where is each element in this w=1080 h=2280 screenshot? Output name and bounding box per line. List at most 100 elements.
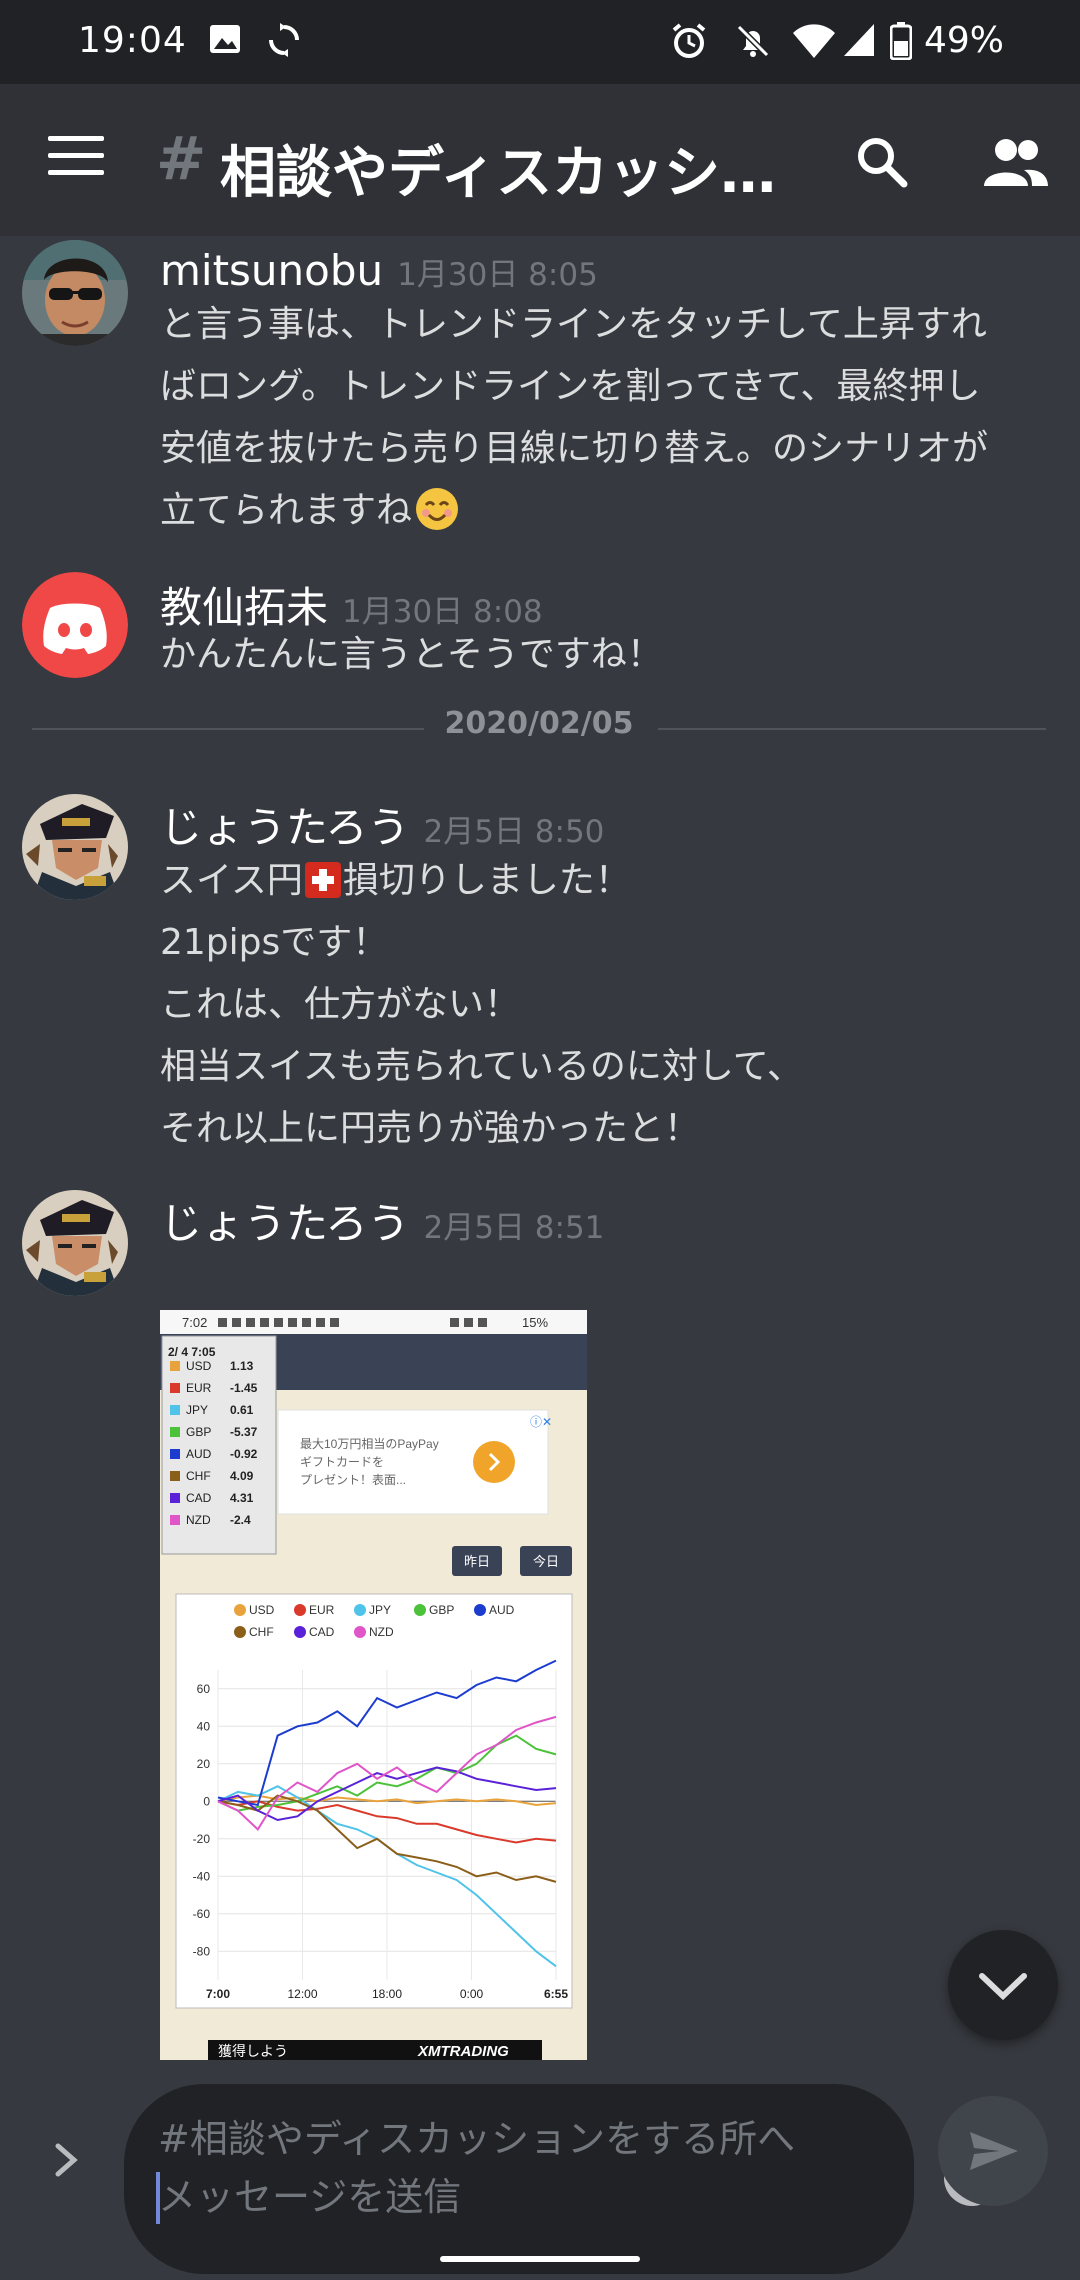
tooltip-swatch [170, 1493, 180, 1503]
x-tick-label: 0:00 [460, 1987, 484, 2001]
legend-marker [294, 1604, 306, 1616]
scroll-to-bottom-button[interactable] [948, 1930, 1058, 2040]
sync-icon [269, 23, 299, 57]
chevron-right-icon[interactable] [50, 2140, 84, 2180]
tooltip-value: 4.31 [230, 1491, 254, 1505]
y-tick-label: 0 [203, 1794, 210, 1808]
legend-label: AUD [489, 1603, 515, 1617]
svg-text:7:02: 7:02 [182, 1315, 207, 1330]
user-photo-avatar [22, 240, 128, 346]
wifi-icon [793, 24, 835, 58]
legend-marker [474, 1604, 486, 1616]
status-time: 19:04 [78, 20, 187, 61]
tooltip-currency: CHF [186, 1469, 211, 1483]
y-tick-label: 20 [197, 1757, 211, 1771]
channel-hash-icon: # [156, 124, 207, 194]
x-tick-label: 12:00 [287, 1987, 317, 2001]
image-notification-icon [210, 25, 240, 53]
tooltip-value: 1.13 [230, 1359, 254, 1373]
svg-text:2/ 4 7:05: 2/ 4 7:05 [168, 1345, 216, 1359]
legend-label: JPY [369, 1603, 391, 1617]
tooltip-value: -1.45 [230, 1381, 258, 1395]
legend-label: NZD [369, 1625, 394, 1639]
y-tick-label: -20 [193, 1832, 211, 1846]
discord-default-avatar-icon [22, 572, 128, 678]
message-timestamp: 1月30日 8:05 [397, 257, 598, 293]
x-tick-label: 6:55 [544, 1987, 568, 2001]
alarm-icon [672, 23, 706, 58]
channel-title[interactable]: 相談やディスカッショ... [220, 128, 810, 209]
legend-label: EUR [309, 1603, 335, 1617]
message-author[interactable]: じょうたろう 2月5日 8:50 [160, 794, 604, 855]
swiss-flag-icon [304, 862, 341, 898]
signal-icon [844, 24, 874, 56]
svg-text:昨日: 昨日 [464, 1554, 490, 1569]
y-tick-label: -80 [193, 1944, 211, 1958]
legend-label: CHF [249, 1625, 274, 1639]
tooltip-currency: NZD [186, 1513, 211, 1527]
message-body: と言う事は、トレンドラインをタッチして上昇すれ ばロング。トレンドラインを割って… [160, 304, 989, 531]
message-author[interactable]: mitsunobu 1月30日 8:05 [160, 246, 598, 295]
x-tick-label: 7:00 [206, 1987, 230, 2001]
menu-icon[interactable] [48, 136, 104, 180]
message-timestamp: 2月5日 8:51 [423, 1210, 605, 1246]
divider-date: 2020/02/05 [444, 706, 634, 741]
tooltip-swatch [170, 1471, 180, 1481]
send-button[interactable] [938, 2096, 1048, 2206]
tooltip-swatch [170, 1361, 180, 1371]
message-input-placeholder: #相談やディスカッションをする所へメッセージを送信 [158, 2117, 796, 2219]
svg-text:今日: 今日 [533, 1554, 559, 1569]
svg-text:15%: 15% [522, 1315, 548, 1330]
tooltip-swatch [170, 1405, 180, 1415]
message-composer: #相談やディスカッションをする所へメッセージを送信 [0, 2060, 1080, 2280]
y-tick-label: 40 [197, 1719, 211, 1733]
legend-label: USD [249, 1603, 275, 1617]
svg-text:ⓘ✕: ⓘ✕ [530, 1415, 552, 1429]
legend-marker [354, 1626, 366, 1638]
tooltip-currency: USD [186, 1359, 212, 1373]
search-icon[interactable] [852, 132, 912, 192]
text-caret [156, 2172, 160, 2224]
svg-text:獲得しよう: 獲得しよう [218, 2043, 288, 2059]
legend-marker [354, 1604, 366, 1616]
image-attachment[interactable]: 7:02 15% 2/ 4 7:05 USD 1.13 EUR -1.45 JPY 0.6… [160, 1310, 587, 2060]
legend-marker [294, 1626, 306, 1638]
y-tick-label: -60 [193, 1907, 211, 1921]
members-icon[interactable] [980, 132, 1050, 192]
legend-marker [234, 1604, 246, 1616]
tooltip-currency: GBP [186, 1425, 211, 1439]
tooltip-currency: EUR [186, 1381, 212, 1395]
y-tick-label: 60 [197, 1682, 211, 1696]
message-body: かんたんに言うとそうですね！ [160, 634, 663, 675]
message-body: スイス円 損切りしました！ 21pipsです！ これは、仕方がない！ 相当スイス… [160, 860, 803, 1149]
message-author[interactable]: じょうたろう 2月5日 8:51 [160, 1190, 604, 1251]
tooltip-value: 4.09 [230, 1469, 254, 1483]
battery-percentage: 49% [924, 20, 1005, 61]
svg-text:ギフトカードを: ギフトカードを [300, 1455, 384, 1469]
avatar[interactable] [22, 240, 128, 346]
avatar[interactable] [22, 794, 128, 900]
message-input[interactable]: #相談やディスカッションをする所へメッセージを送信 [124, 2084, 1000, 2274]
attachment-screenshot: 7:02 15% 2/ 4 7:05 USD 1.13 EUR -1.45 JPY 0.6… [160, 1310, 587, 2060]
chevron-down-icon [979, 1973, 1027, 2001]
tooltip-value: 0.61 [230, 1403, 254, 1417]
tooltip-value: -0.92 [230, 1447, 258, 1461]
avatar[interactable] [22, 1190, 128, 1296]
svg-text:最大10万円相当のPayPay: 最大10万円相当のPayPay [300, 1437, 439, 1451]
tooltip-value: -2.4 [230, 1513, 251, 1527]
battery-icon [890, 22, 912, 60]
tooltip-swatch [170, 1515, 180, 1525]
avatar[interactable] [22, 572, 128, 678]
legend-label: GBP [429, 1603, 454, 1617]
legend-label: CAD [309, 1625, 335, 1639]
message-timestamp: 2月5日 8:50 [423, 814, 605, 850]
channel-header: # 相談やディスカッショ... [0, 84, 1080, 236]
home-indicator [440, 2256, 640, 2262]
tooltip-swatch [170, 1427, 180, 1437]
svg-text:XMTRADING: XMTRADING [417, 2043, 509, 2060]
tooltip-currency: JPY [186, 1403, 208, 1417]
tooltip-value: -5.37 [230, 1425, 258, 1439]
anime-character-avatar [22, 1190, 128, 1296]
y-tick-label: -40 [193, 1869, 211, 1883]
x-tick-label: 18:00 [372, 1987, 402, 2001]
